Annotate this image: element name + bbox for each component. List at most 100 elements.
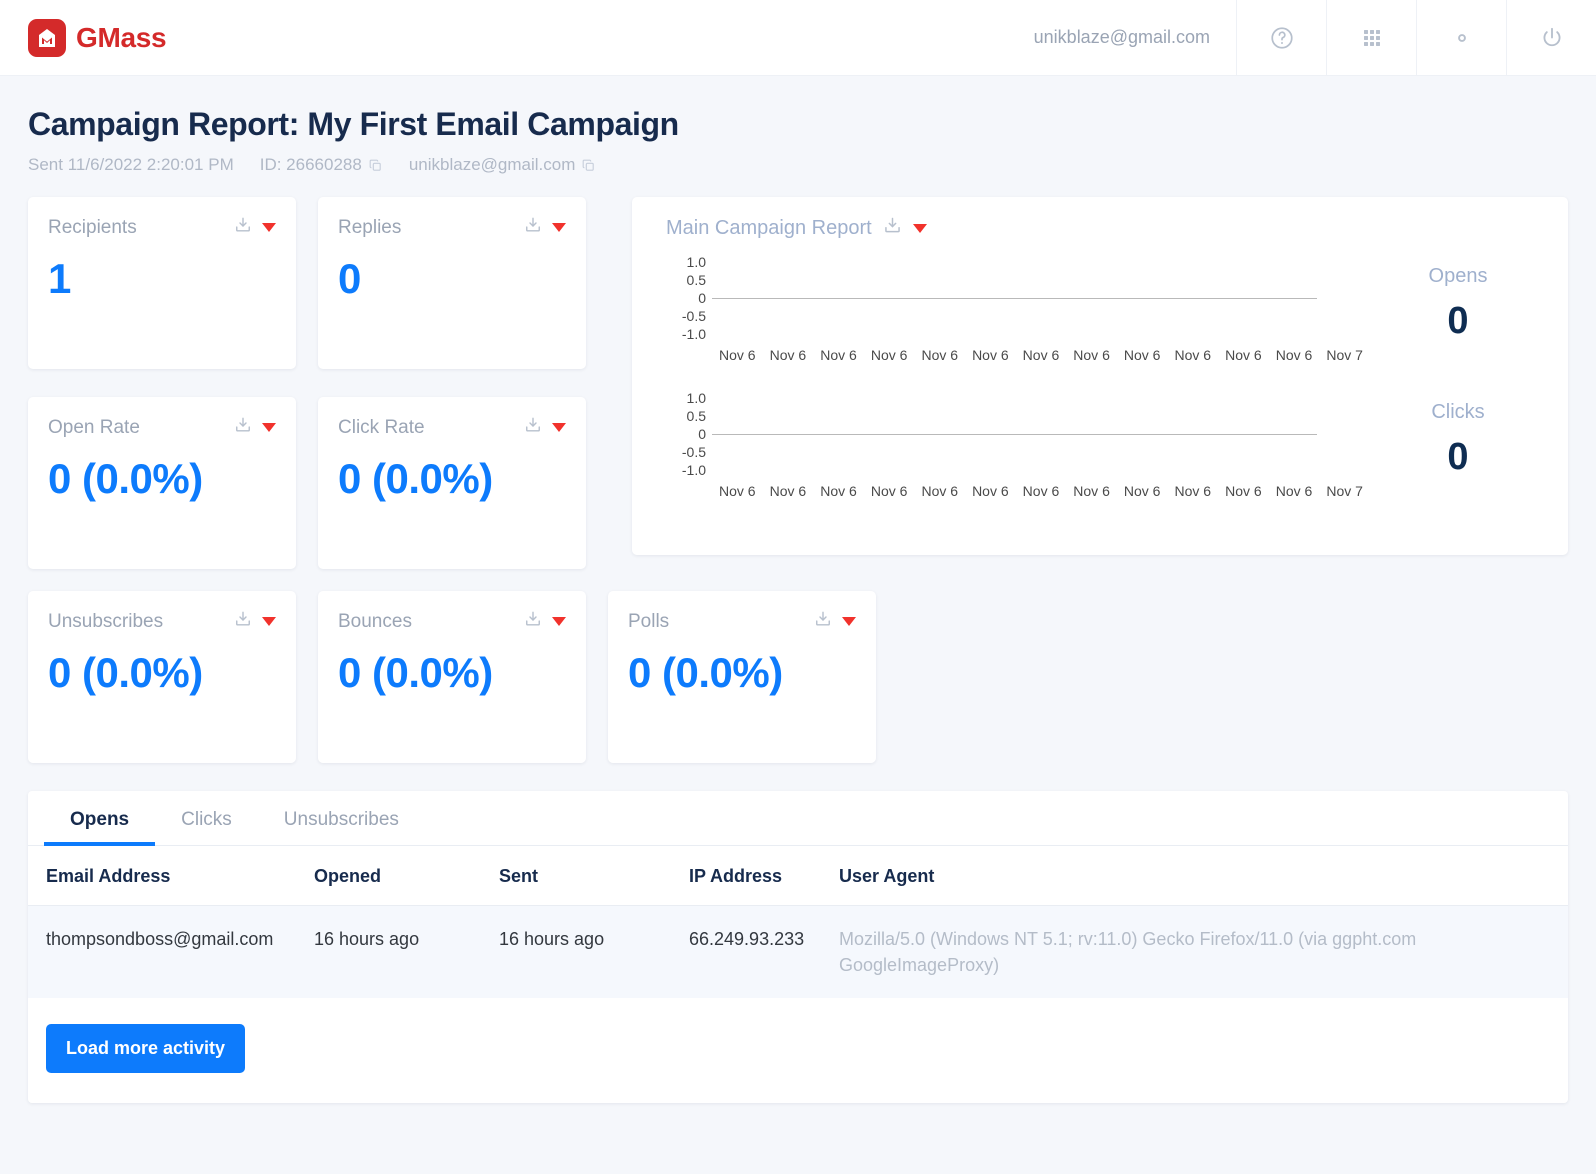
chevron-down-icon[interactable] <box>262 223 276 232</box>
opens-chart-block: 1.0 0.5 0 -0.5 -1.0 Nov 6 Nov 6 Nov 6 No… <box>666 251 1546 363</box>
activity-tabs: Opens Clicks Unsubscribes <box>28 791 1568 846</box>
column-header-email: Email Address <box>28 846 304 906</box>
activity-footer: Load more activity <box>28 998 1568 1103</box>
card-actions <box>523 415 566 440</box>
table-head: Email Address Opened Sent IP Address Use… <box>28 846 1568 906</box>
metric-card-bounces: Bounces 0 (0.0%) <box>318 591 586 763</box>
x-tick: Nov 6 <box>769 347 807 363</box>
header-actions: unikblaze@gmail.com <box>1008 0 1596 76</box>
card-actions <box>813 609 856 634</box>
download-icon[interactable] <box>233 609 253 634</box>
table-body: thompsondboss@gmail.com 16 hours ago 16 … <box>28 905 1568 999</box>
x-tick: Nov 6 <box>769 483 807 499</box>
clicks-value: 0 <box>1447 436 1469 478</box>
header-user-email[interactable]: unikblaze@gmail.com <box>1008 0 1236 76</box>
clicks-plot: 1.0 0.5 0 -0.5 -1.0 Nov 6 Nov 6 Nov 6 No… <box>666 387 1370 499</box>
campaign-id: ID: 26660288 <box>259 155 362 174</box>
copy-email-icon[interactable] <box>581 158 596 173</box>
column-header-ip: IP Address <box>679 846 829 906</box>
gmass-logo-icon <box>28 18 66 57</box>
x-tick: Nov 6 <box>972 347 1009 363</box>
cell-user-agent: Mozilla/5.0 (Windows NT 5.1; rv:11.0) Ge… <box>839 929 1417 976</box>
download-icon[interactable] <box>813 609 833 634</box>
x-tick: Nov 6 <box>1022 347 1060 363</box>
chevron-down-icon[interactable] <box>842 617 856 626</box>
table-row: thompsondboss@gmail.com 16 hours ago 16 … <box>28 905 1568 999</box>
metric-value: 0 (0.0%) <box>628 649 783 696</box>
y-tick: 1.0 <box>686 254 706 270</box>
power-icon[interactable] <box>1506 0 1596 76</box>
clicks-x-axis: Nov 6 Nov 6 Nov 6 Nov 6 Nov 6 Nov 6 Nov … <box>712 483 1370 499</box>
card-actions <box>523 609 566 634</box>
load-more-activity-button[interactable]: Load more activity <box>46 1024 246 1074</box>
chevron-down-icon[interactable] <box>912 223 927 233</box>
metric-label: Bounces <box>338 610 412 632</box>
chevron-down-icon[interactable] <box>262 423 276 432</box>
download-icon[interactable] <box>523 215 543 240</box>
y-tick: 0 <box>698 426 706 442</box>
y-tick: 0.5 <box>686 408 706 424</box>
x-tick: Nov 6 <box>870 347 908 363</box>
y-tick: 0.5 <box>686 272 706 288</box>
y-tick: -1.0 <box>681 462 706 478</box>
opens-summary: Opens 0 <box>1370 265 1546 349</box>
download-icon[interactable] <box>882 215 903 241</box>
apps-grid-icon[interactable] <box>1326 0 1416 76</box>
metric-row-2: Open Rate 0 (0.0%) Click Rate 0 (0.0%) <box>28 397 610 569</box>
card-header: Bounces <box>338 609 566 634</box>
card-header: Click Rate <box>338 415 566 440</box>
card-header: Polls <box>628 609 856 634</box>
brand-name: GMass <box>76 21 167 53</box>
x-tick: Nov 6 <box>719 347 756 363</box>
card-header: Recipients <box>48 215 276 240</box>
app-header: GMass unikblaze@gmail.com <box>0 0 1596 76</box>
card-header: Replies <box>338 215 566 240</box>
metric-value: 0 (0.0%) <box>338 455 493 502</box>
y-tick: -0.5 <box>681 444 706 460</box>
chevron-down-icon[interactable] <box>552 423 566 432</box>
opens-value: 0 <box>1447 300 1469 342</box>
clicks-zero-line <box>712 434 1318 435</box>
tab-opens[interactable]: Opens <box>44 791 156 846</box>
download-icon[interactable] <box>233 415 253 440</box>
metric-label: Recipients <box>48 216 137 238</box>
settings-gear-icon[interactable] <box>1416 0 1506 76</box>
opens-plot-area: Nov 6 Nov 6 Nov 6 Nov 6 Nov 6 Nov 6 Nov … <box>712 251 1370 363</box>
download-icon[interactable] <box>523 415 543 440</box>
card-actions <box>523 215 566 240</box>
x-tick: Nov 7 <box>1326 347 1363 363</box>
brand-logo[interactable]: GMass <box>0 18 167 57</box>
x-tick: Nov 7 <box>1326 483 1363 499</box>
x-tick: Nov 6 <box>870 483 908 499</box>
y-tick: 0 <box>698 290 706 306</box>
clicks-chart-block: 1.0 0.5 0 -0.5 -1.0 Nov 6 Nov 6 Nov 6 No… <box>666 387 1546 499</box>
campaign-meta: Sent 11/6/2022 2:20:01 PM ID: 26660288 u… <box>28 155 1568 175</box>
download-icon[interactable] <box>233 215 253 240</box>
column-header-sent: Sent <box>489 846 679 906</box>
metric-row-3: Unsubscribes 0 (0.0%) Bounces 0 (0.0%) P… <box>28 591 1568 763</box>
tab-clicks[interactable]: Clicks <box>155 791 258 845</box>
help-icon[interactable] <box>1236 0 1326 76</box>
x-tick: Nov 6 <box>921 483 959 499</box>
column-header-opened: Opened <box>304 846 489 906</box>
tab-unsubscribes[interactable]: Unsubscribes <box>258 791 425 845</box>
clicks-canvas <box>712 391 1370 477</box>
card-actions <box>233 609 276 634</box>
chevron-down-icon[interactable] <box>262 617 276 626</box>
account-email: unikblaze@gmail.com <box>408 155 576 174</box>
main-campaign-report-card: Main Campaign Report 1.0 0.5 0 -0.5 -1.0… <box>632 197 1568 555</box>
copy-id-icon[interactable] <box>368 158 383 173</box>
sent-timestamp: Sent 11/6/2022 2:20:01 PM <box>28 155 234 174</box>
x-tick: Nov 6 <box>972 483 1009 499</box>
chevron-down-icon[interactable] <box>552 223 566 232</box>
metric-value: 0 (0.0%) <box>48 649 203 696</box>
chevron-down-icon[interactable] <box>552 617 566 626</box>
cell-ip: 66.249.93.233 <box>689 929 805 949</box>
metric-value: 0 (0.0%) <box>48 455 203 502</box>
chart-header: Main Campaign Report <box>666 215 1546 241</box>
x-tick: Nov 6 <box>921 347 959 363</box>
download-icon[interactable] <box>523 609 543 634</box>
clicks-summary: Clicks 0 <box>1370 401 1546 485</box>
card-actions <box>233 215 276 240</box>
metric-label: Click Rate <box>338 416 425 438</box>
